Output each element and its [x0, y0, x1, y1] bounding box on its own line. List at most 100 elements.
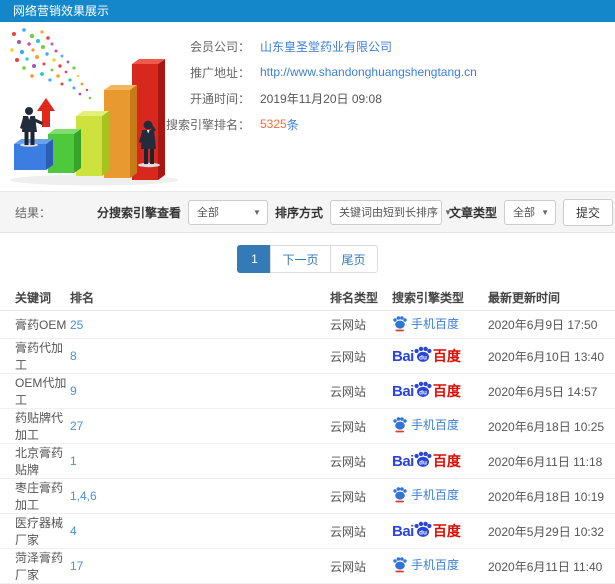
updated-cell: 2020年6月10日 13:40 — [488, 338, 615, 374]
pagination: 1 下一页 尾页 — [0, 245, 615, 273]
baidu-paw-icon: du — [414, 451, 432, 467]
col-updated: 最新更新时间 — [488, 284, 615, 311]
rank-cell[interactable]: 27 — [70, 408, 330, 444]
rank-count-unit: 条 — [286, 117, 299, 132]
baidu-logo-du: du — [419, 389, 427, 396]
mobile-baidu-badge: 手机百度 — [392, 486, 459, 503]
rank-cell[interactable]: 8 — [70, 338, 330, 374]
keyword-cell: OEM代加工 — [0, 373, 70, 409]
opened-time-value: 2019年11月20日 09:08 — [260, 91, 382, 106]
promo-url-row: 推广地址： http://www.shandonghuangshengtang.… — [0, 59, 615, 85]
engine-select-value: 全部 — [196, 207, 219, 219]
rank-cell[interactable]: 17 — [70, 548, 330, 584]
article-type-select[interactable]: 全部 ▼ — [503, 199, 556, 225]
rank-type-cell: 云网站 — [330, 548, 392, 584]
baidu-logo-du: du — [419, 529, 427, 536]
table-row: 北京膏药贴牌 1 云网站 Bai du 百度 2020年6月11日 11:18 — [0, 443, 615, 479]
table-row: 枣庄膏药加工 1,4,6 云网站 手机百度 2020年6月18日 10:19 — [0, 478, 615, 514]
baidu-logo-du: du — [419, 459, 427, 466]
rank-type-cell: 云网站 — [330, 478, 392, 514]
rank-cell[interactable]: 1 — [70, 443, 330, 479]
rank-type-cell: 云网站 — [330, 408, 392, 444]
filter-bar: 结果： 分搜索引擎查看 全部 ▼ 排序方式 关键词由短到长排序 ▼ 文章类型 全… — [0, 191, 615, 233]
rank-cell[interactable]: 25 — [70, 310, 330, 339]
keyword-cell: 膏药代加工 — [0, 338, 70, 374]
mobile-baidu-badge: 手机百度 — [392, 315, 459, 332]
rank-type-cell: 云网站 — [330, 443, 392, 479]
keyword-cell: 菏泽膏药厂家 — [0, 548, 70, 584]
sort-select-value: 关键词由短到长排序 — [338, 207, 438, 219]
baidu-logo-bai: Bai — [392, 382, 414, 400]
keyword-cell: 药贴牌代加工 — [0, 408, 70, 444]
baidu-logo-cn: 百度 — [432, 348, 461, 364]
keyword-cell: 枣庄膏药加工 — [0, 478, 70, 514]
updated-cell: 2020年5月29日 10:32 — [488, 513, 615, 549]
engine-label: 手机百度 — [411, 418, 460, 432]
baidu-logo-cn: 百度 — [432, 383, 461, 399]
rank-type-cell: 云网站 — [330, 373, 392, 409]
baidu-logo-bai: Bai — [392, 452, 414, 470]
baidu-logo: Bai du 百度 — [392, 346, 461, 366]
rank-count-label: 搜索引擎排名： — [165, 117, 250, 132]
table-row: 医疗器械厂家 4 云网站 Bai du 百度 2020年5月29日 10:32 — [0, 513, 615, 549]
company-label: 会员公司： — [189, 39, 250, 54]
col-keyword: 关键词 — [0, 284, 70, 311]
updated-cell: 2020年6月5日 14:57 — [488, 373, 615, 409]
page-1-button[interactable]: 1 — [237, 245, 272, 273]
chevron-down-icon: ▼ — [541, 207, 549, 217]
table-row: 药贴牌代加工 27 云网站 手机百度 2020年6月18日 10:25 — [0, 408, 615, 444]
baidu-logo-cn: 百度 — [432, 453, 461, 469]
info-section: 会员公司： 山东皇圣堂药业有限公司 推广地址： http://www.shand… — [0, 22, 615, 191]
baidu-paw-icon — [393, 315, 407, 331]
baidu-logo: Bai du 百度 — [392, 381, 461, 401]
keyword-cell: 医疗器械厂家 — [0, 513, 70, 549]
last-page-button[interactable]: 尾页 — [329, 245, 378, 273]
mobile-baidu-badge: 手机百度 — [392, 556, 459, 573]
baidu-logo: Bai du 百度 — [392, 451, 461, 471]
filter-controls: 分搜索引擎查看 全部 ▼ 排序方式 关键词由短到长排序 ▼ 文章类型 全部 ▼ … — [96, 198, 613, 226]
table-row: 膏药代加工 8 云网站 Bai du 百度 2020年6月10日 13:40 — [0, 338, 615, 374]
engine-label: 手机百度 — [411, 488, 460, 502]
updated-cell: 2020年6月18日 10:25 — [488, 408, 615, 444]
promo-url-label: 推广地址： — [189, 65, 250, 80]
result-label: 结果： — [15, 205, 52, 220]
sort-select[interactable]: 关键词由短到长排序 ▼ — [329, 199, 452, 225]
engine-filter-label: 分搜索引擎查看 — [96, 205, 181, 220]
baidu-paw-icon — [393, 557, 407, 573]
baidu-paw-icon — [393, 487, 407, 503]
rank-cell[interactable]: 9 — [70, 373, 330, 409]
baidu-logo-bai: Bai — [392, 347, 414, 365]
member-info: 会员公司： 山东皇圣堂药业有限公司 推广地址： http://www.shand… — [0, 33, 615, 137]
keyword-rank-table: 关键词 排名 排名类型 搜索引擎类型 最新更新时间 膏药OEM 25 云网站 手… — [0, 284, 615, 584]
col-engine-type: 搜索引擎类型 — [392, 284, 488, 311]
article-type-value: 全部 — [512, 207, 535, 219]
updated-cell: 2020年6月11日 11:18 — [488, 443, 615, 479]
rank-count-row: 搜索引擎排名： 5325 条 — [0, 111, 615, 137]
rank-cell[interactable]: 1,4,6 — [70, 478, 330, 514]
next-page-button[interactable]: 下一页 — [270, 245, 331, 273]
keyword-cell: 膏药OEM — [0, 310, 70, 339]
table-row: 膏药OEM 25 云网站 手机百度 2020年6月9日 17:50 — [0, 310, 615, 339]
baidu-logo-du: du — [419, 354, 427, 361]
rank-type-cell: 云网站 — [330, 338, 392, 374]
engine-select[interactable]: 全部 ▼ — [187, 199, 268, 225]
rank-count-value: 5325 — [260, 117, 287, 131]
rank-cell[interactable]: 4 — [70, 513, 330, 549]
opened-time-row: 开通时间： 2019年11月20日 09:08 — [0, 85, 615, 111]
updated-cell: 2020年6月9日 17:50 — [488, 310, 615, 339]
rank-type-cell: 云网站 — [330, 310, 392, 339]
baidu-paw-icon — [393, 417, 407, 433]
baidu-paw-icon: du — [414, 381, 432, 397]
baidu-logo: Bai du 百度 — [392, 521, 461, 541]
col-rank: 排名 — [70, 284, 330, 311]
submit-button[interactable]: 提交 — [562, 198, 613, 226]
rank-type-cell: 云网站 — [330, 513, 392, 549]
article-type-label: 文章类型 — [448, 205, 497, 220]
promo-url-link[interactable]: http://www.shandonghuangshengtang.cn — [260, 65, 477, 79]
col-rank-type: 排名类型 — [330, 284, 392, 311]
company-link[interactable]: 山东皇圣堂药业有限公司 — [260, 38, 392, 55]
table-header-row: 关键词 排名 排名类型 搜索引擎类型 最新更新时间 — [0, 284, 615, 311]
opened-time-label: 开通时间： — [189, 91, 250, 106]
baidu-logo-cn: 百度 — [432, 523, 461, 539]
baidu-paw-icon: du — [414, 346, 432, 362]
